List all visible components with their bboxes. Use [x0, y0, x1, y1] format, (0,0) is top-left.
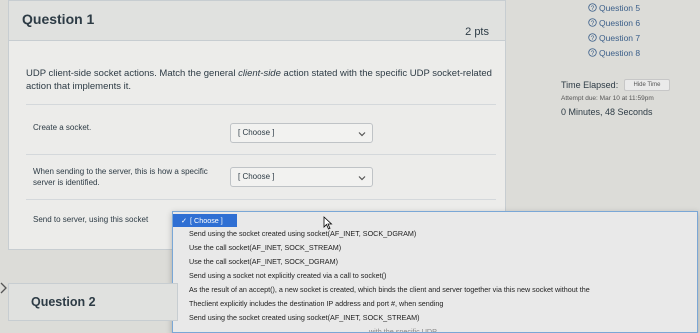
sidebar-question-label: Question 5	[599, 3, 641, 13]
svg-text:?: ?	[591, 35, 595, 42]
question-mark-icon: ?	[588, 48, 597, 57]
mouse-cursor-icon	[323, 216, 333, 230]
dropdown-option[interactable]: Use the call socket(AF_INET, SOCK_STREAM…	[173, 241, 697, 254]
question-title: Question 1	[22, 11, 95, 27]
svg-text:?: ?	[591, 20, 595, 27]
chevron-down-icon	[358, 176, 366, 181]
dropdown-option[interactable]: ...with the specific UDP	[173, 325, 697, 332]
sidebar-question-label: Question 6	[599, 18, 641, 28]
svg-text:?: ?	[591, 50, 595, 57]
question-title: Question 2	[31, 295, 96, 309]
svg-text:?: ?	[591, 5, 595, 12]
dropdown-option-selected[interactable]: ✓[ Choose ]	[173, 214, 237, 227]
divider	[26, 104, 496, 105]
hide-time-button[interactable]: Hide Time	[624, 79, 670, 91]
match-label-send-to-server: Send to server, using this socket	[33, 215, 149, 224]
question-header: Question 1 2 pts	[9, 1, 505, 41]
question-mark-icon: ?	[588, 18, 597, 27]
match-select-create-socket[interactable]: [ Choose ]	[230, 123, 373, 143]
prompt-text: UDP client-side socket actions. Match th…	[26, 68, 239, 79]
option-label: [ Choose ]	[190, 216, 223, 225]
match-label-server-identified: When sending to the server, this is how …	[33, 167, 208, 187]
prompt-emphasis: client-side	[238, 68, 281, 79]
question-mark-icon: ?	[588, 3, 597, 12]
sidebar-question-label: Question 8	[599, 48, 641, 58]
dropdown-option[interactable]: Theclient explicitly includes the destin…	[173, 297, 697, 310]
divider	[26, 154, 496, 155]
sidebar-question-label: Question 7	[599, 33, 641, 43]
question-mark-icon: ?	[588, 33, 597, 42]
select-value: [ Choose ]	[238, 172, 275, 181]
sidebar-question-5[interactable]: ? Question 5	[588, 3, 640, 13]
choose-dropdown-list[interactable]: ✓[ Choose ] Send using the socket create…	[172, 211, 698, 333]
checkmark-icon: ✓	[181, 216, 188, 225]
question-points: 2 pts	[465, 26, 489, 38]
divider	[26, 199, 496, 200]
match-label-create-socket: Create a socket.	[33, 123, 92, 132]
select-value: [ Choose ]	[238, 128, 275, 137]
time-elapsed-value: 0 Minutes, 48 Seconds	[561, 107, 653, 117]
dropdown-option[interactable]: Use the call socket(AF_INET, SOCK_DGRAM)	[173, 255, 697, 268]
dropdown-option[interactable]: Send using the socket created using sock…	[173, 311, 697, 324]
question-2-header: Question 2	[8, 283, 178, 321]
sidebar-question-7[interactable]: ? Question 7	[588, 33, 640, 43]
chevron-down-icon	[358, 132, 366, 137]
sidebar-question-6[interactable]: ? Question 6	[588, 18, 640, 28]
sidebar-question-8[interactable]: ? Question 8	[588, 48, 640, 58]
match-select-server-identified[interactable]: [ Choose ]	[230, 167, 373, 187]
dropdown-option[interactable]: Send using the socket created using sock…	[173, 227, 697, 240]
dropdown-option[interactable]: As the result of an accept(), a new sock…	[173, 283, 697, 296]
attempt-due-text: Attempt due: Mar 10 at 11:59pm	[561, 95, 654, 102]
dropdown-option[interactable]: Send using a socket not explicitly creat…	[173, 269, 697, 282]
question-prompt: UDP client-side socket actions. Match th…	[26, 67, 496, 93]
time-elapsed-label: Time Elapsed:	[561, 80, 619, 90]
